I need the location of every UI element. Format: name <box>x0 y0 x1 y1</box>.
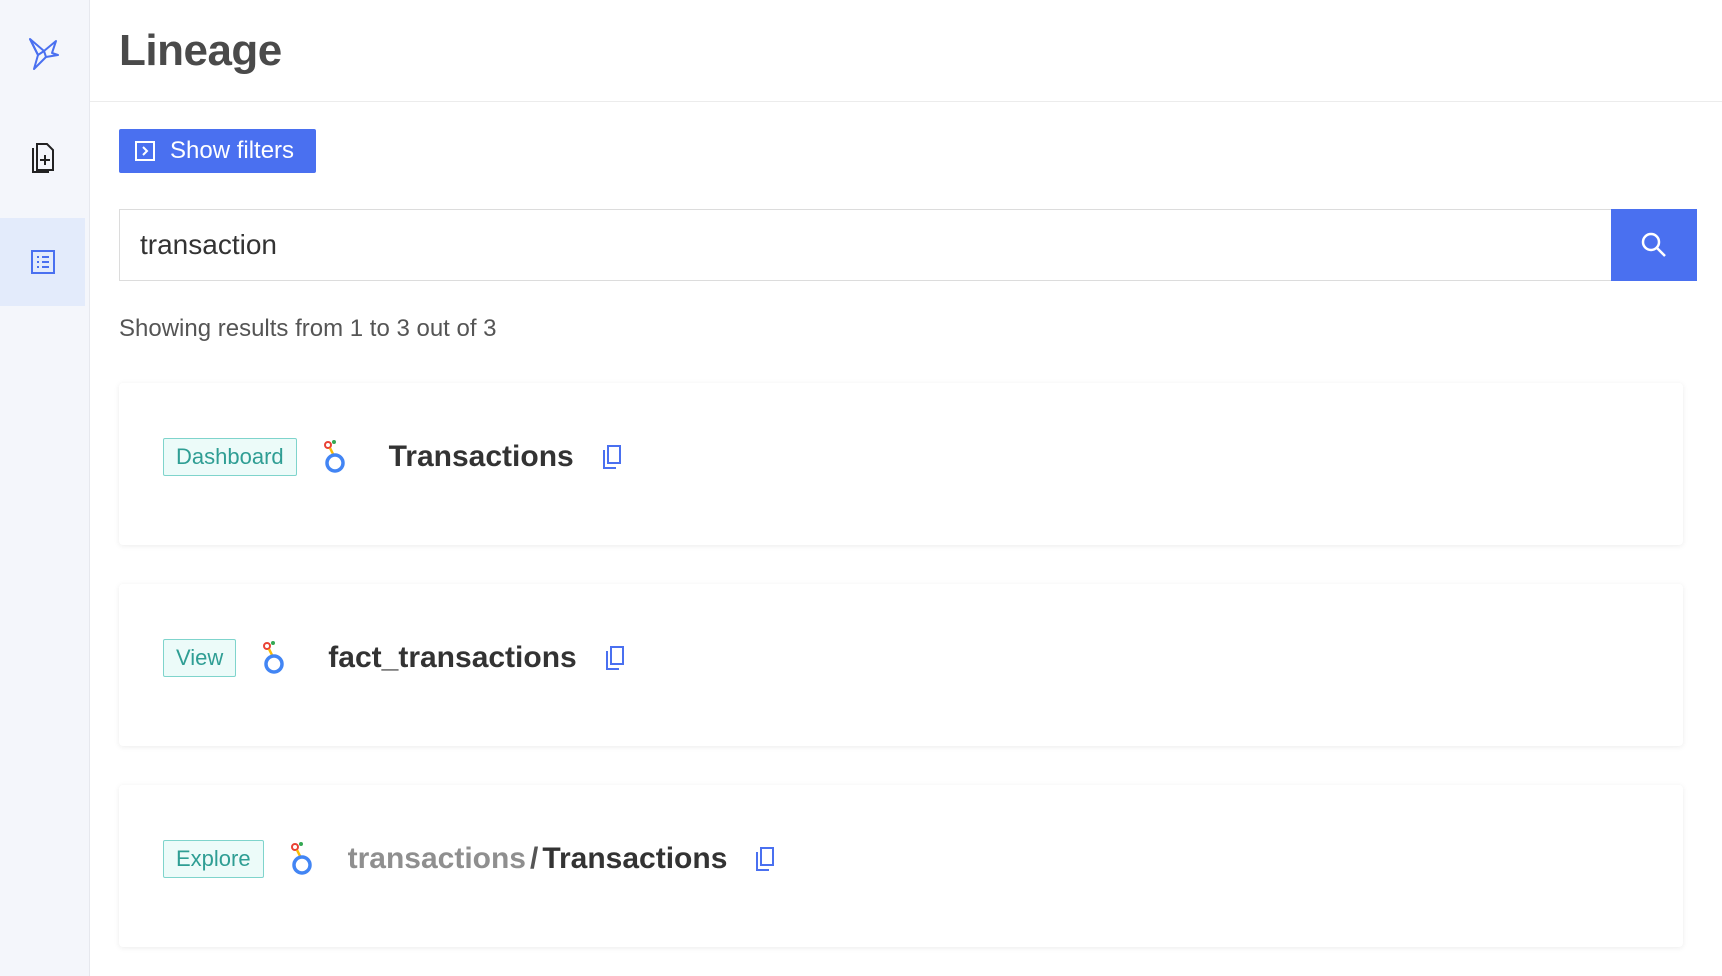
list-icon <box>30 250 55 274</box>
result-row: View fact_transactions <box>163 638 627 678</box>
copy-icon[interactable] <box>753 845 777 873</box>
looker-icon <box>319 438 351 476</box>
type-tag: Explore <box>163 840 264 878</box>
sidebar-logo[interactable] <box>0 10 85 98</box>
search-bar <box>119 209 1697 281</box>
result-card[interactable]: View fact_transactions <box>119 584 1683 746</box>
search-input[interactable] <box>119 209 1613 281</box>
page-header: Lineage <box>90 0 1722 102</box>
search-button[interactable] <box>1611 209 1697 281</box>
result-row: Dashboard Transactions <box>163 437 624 477</box>
results-summary: Showing results from 1 to 3 out of 3 <box>119 315 497 342</box>
sidebar-item-lineage[interactable] <box>0 218 85 306</box>
expand-panel-icon <box>135 141 155 161</box>
type-tag: Dashboard <box>163 438 297 476</box>
result-name[interactable]: transactions / Transactions <box>348 842 728 876</box>
type-tag: View <box>163 639 237 677</box>
result-row: Explore transactions / Transactions <box>163 839 777 879</box>
result-card[interactable]: Explore transactions / Transactions <box>119 785 1683 947</box>
result-name[interactable]: fact_transactions <box>320 641 576 675</box>
result-name[interactable]: Transactions <box>381 440 574 474</box>
search-icon <box>1641 232 1666 257</box>
show-filters-button[interactable]: Show filters <box>119 129 316 173</box>
result-card[interactable]: Dashboard Transactions <box>119 383 1683 545</box>
sidebar-item-documents[interactable] <box>0 113 85 201</box>
document-plus-icon <box>31 143 54 173</box>
copy-icon[interactable] <box>600 443 624 471</box>
show-filters-label: Show filters <box>170 137 295 164</box>
sidebar <box>0 0 90 976</box>
page-title: Lineage <box>119 26 282 75</box>
origami-bird-logo-icon <box>28 38 59 70</box>
copy-icon[interactable] <box>603 644 627 672</box>
looker-icon <box>258 639 290 677</box>
looker-icon <box>286 840 318 878</box>
